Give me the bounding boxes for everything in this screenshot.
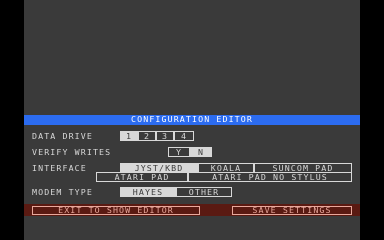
title-bar: CONFIGURATION EDITOR <box>24 115 360 125</box>
data-drive-option-3[interactable]: 3 <box>156 131 174 141</box>
data-drive-option-2[interactable]: 2 <box>138 131 156 141</box>
interface-label: INTERFACE <box>32 163 87 173</box>
data-drive-option-4[interactable]: 4 <box>174 131 194 141</box>
modem-type-option-other[interactable]: OTHER <box>176 187 232 197</box>
data-drive-label: DATA DRIVE <box>32 131 93 141</box>
save-settings-button[interactable]: SAVE SETTINGS <box>232 206 352 215</box>
page-title: CONFIGURATION EDITOR <box>131 114 253 124</box>
modem-type-option-hayes[interactable]: HAYES <box>120 187 176 197</box>
data-drive-option-1[interactable]: 1 <box>120 131 138 141</box>
verify-writes-label: VERIFY WRITES <box>32 147 112 157</box>
footer-bar: EXIT TO SHOW EDITOR SAVE SETTINGS <box>24 204 360 216</box>
config-screen: CONFIGURATION EDITOR DATA DRIVE 1 2 3 4 … <box>24 0 360 240</box>
modem-type-label: MODEM TYPE <box>32 187 93 197</box>
verify-writes-option-y[interactable]: Y <box>168 147 190 157</box>
interface-option-atari-pad-no-stylus[interactable]: ATARI PAD NO STYLUS <box>188 172 352 182</box>
exit-to-show-editor-button[interactable]: EXIT TO SHOW EDITOR <box>32 206 200 215</box>
verify-writes-option-n[interactable]: N <box>190 147 212 157</box>
interface-option-atari-pad[interactable]: ATARI PAD <box>96 172 188 182</box>
